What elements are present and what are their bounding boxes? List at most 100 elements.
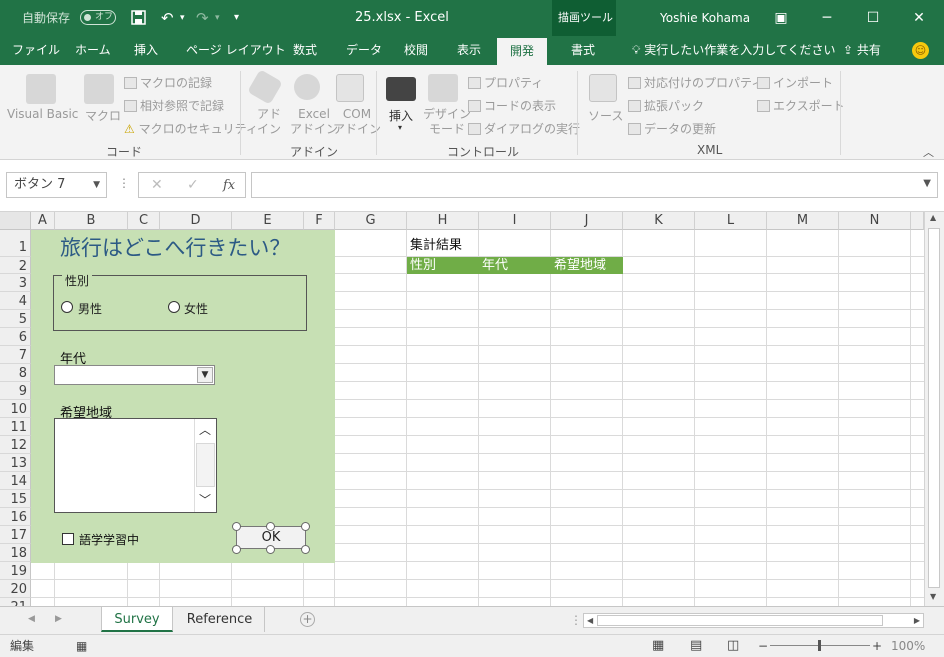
add-sheet-icon[interactable]: +: [300, 612, 315, 627]
tab-page-layout[interactable]: ページ レイアウト: [186, 36, 286, 65]
macro-security-button[interactable]: ⚠ マクロのセキュリティ: [124, 120, 258, 137]
column-header-j[interactable]: J: [551, 212, 623, 230]
row-header-19[interactable]: 19: [0, 562, 31, 580]
row-header-7[interactable]: 7: [0, 346, 31, 364]
prev-sheet-icon[interactable]: ◀: [28, 614, 35, 624]
row-header-20[interactable]: 20: [0, 580, 31, 598]
vertical-scrollbar[interactable]: ▲ ▼: [924, 212, 944, 606]
resize-handle[interactable]: [266, 522, 275, 531]
column-header-o[interactable]: [911, 212, 924, 230]
tab-format[interactable]: 書式: [571, 36, 595, 65]
tab-review[interactable]: 校閲: [404, 36, 428, 65]
column-header-d[interactable]: D: [160, 212, 232, 230]
column-header-i[interactable]: I: [479, 212, 551, 230]
design-mode-button[interactable]: デザイン モード: [423, 107, 471, 137]
column-header-f[interactable]: F: [304, 212, 335, 230]
chevron-down-icon[interactable]: ▼: [197, 367, 213, 383]
zoom-level[interactable]: 100%: [891, 635, 925, 657]
user-name[interactable]: Yoshie Kohama: [660, 0, 750, 36]
listbox-scroll-thumb[interactable]: [196, 443, 215, 487]
feedback-smiley-icon[interactable]: ☺: [912, 42, 929, 59]
row-header-9[interactable]: 9: [0, 382, 31, 400]
age-combobox[interactable]: ▼: [54, 365, 215, 385]
row-header-12[interactable]: 12: [0, 436, 31, 454]
name-box-dropdown-icon[interactable]: ▼: [93, 173, 100, 197]
tab-formulas[interactable]: 数式: [293, 36, 317, 65]
scroll-up-icon[interactable]: ︿: [199, 421, 211, 438]
close-icon[interactable]: ✕: [896, 0, 942, 36]
tell-me-box[interactable]: 💡︎ 実行したい作業を入力してください: [632, 36, 836, 65]
region-listbox[interactable]: ︿ ﹀: [54, 418, 217, 513]
column-header-h[interactable]: H: [407, 212, 479, 230]
horizontal-scroll-thumb[interactable]: [597, 615, 883, 626]
summary-header-region[interactable]: 希望地域: [551, 257, 623, 274]
column-header-a[interactable]: A: [31, 212, 55, 230]
insert-function-button[interactable]: fx: [223, 178, 235, 193]
tab-data[interactable]: データ: [346, 36, 382, 65]
com-addins-button[interactable]: COM アドイン: [333, 107, 381, 137]
zoom-slider-knob[interactable]: [818, 640, 821, 651]
maximize-icon[interactable]: ☐: [850, 0, 896, 36]
refresh-data-button[interactable]: データの更新: [628, 120, 716, 137]
column-header-l[interactable]: L: [695, 212, 767, 230]
row-header-11[interactable]: 11: [0, 418, 31, 436]
row-header-8[interactable]: 8: [0, 364, 31, 382]
row-header-2[interactable]: 2: [0, 257, 31, 274]
expand-formula-bar-icon[interactable]: ▼: [923, 178, 931, 189]
row-header-17[interactable]: 17: [0, 526, 31, 544]
row-header-16[interactable]: 16: [0, 508, 31, 526]
scroll-up-icon[interactable]: ▲: [930, 213, 936, 222]
column-header-n[interactable]: N: [839, 212, 911, 230]
relative-reference-button[interactable]: 相対参照で記録: [124, 97, 224, 114]
autosave-toggle[interactable]: オフ: [80, 10, 116, 25]
vertical-scroll-thumb[interactable]: [928, 228, 940, 588]
insert-control-button[interactable]: 挿入: [389, 107, 413, 124]
column-header-e[interactable]: E: [232, 212, 304, 230]
insert-control-dropdown-icon[interactable]: ▾: [398, 123, 402, 132]
formula-bar-grip-icon[interactable]: ⋮: [118, 176, 130, 190]
macro-recording-icon[interactable]: ▦: [76, 635, 87, 657]
language-learning-checkbox[interactable]: [62, 533, 74, 545]
female-radio[interactable]: [168, 301, 180, 313]
zoom-in-icon[interactable]: +: [872, 635, 882, 657]
column-header-b[interactable]: B: [55, 212, 128, 230]
listbox-scrollbar[interactable]: ︿ ﹀: [194, 419, 216, 512]
name-box[interactable]: ボタン 7 ▼: [6, 172, 107, 198]
summary-header-age[interactable]: 年代: [479, 257, 551, 274]
row-header-10[interactable]: 10: [0, 400, 31, 418]
tab-split-grip-icon[interactable]: ⋮: [570, 613, 582, 627]
view-code-button[interactable]: コードの表示: [468, 97, 556, 114]
next-sheet-icon[interactable]: ▶: [55, 614, 62, 624]
share-button[interactable]: ⇪ 共有: [843, 36, 881, 65]
ribbon-display-options-icon[interactable]: ▣: [758, 0, 804, 36]
row-header-15[interactable]: 15: [0, 490, 31, 508]
run-dialog-button[interactable]: ダイアログの実行: [468, 120, 580, 137]
confirm-entry-icon[interactable]: ✓: [187, 177, 199, 193]
column-header-m[interactable]: M: [767, 212, 839, 230]
macros-button[interactable]: マクロ: [85, 107, 121, 124]
sheet-tab-reference[interactable]: Reference: [175, 607, 265, 632]
row-header-13[interactable]: 13: [0, 454, 31, 472]
resize-handle[interactable]: [301, 545, 310, 554]
page-layout-view-icon[interactable]: ▤: [690, 635, 702, 657]
row-header-3[interactable]: 3: [0, 274, 31, 292]
row-header-5[interactable]: 5: [0, 310, 31, 328]
cancel-entry-icon[interactable]: ✕: [151, 177, 163, 193]
resize-handle[interactable]: [301, 522, 310, 531]
male-radio[interactable]: [61, 301, 73, 313]
map-properties-button[interactable]: 対応付けのプロパティ: [628, 74, 763, 91]
redo-icon[interactable]: ↷: [196, 0, 209, 36]
properties-button[interactable]: プロパティ: [468, 74, 543, 91]
tab-insert[interactable]: 挿入: [134, 36, 158, 65]
zoom-out-icon[interactable]: −: [758, 635, 768, 657]
resize-handle[interactable]: [232, 522, 241, 531]
summary-header-gender[interactable]: 性別: [407, 257, 479, 274]
visual-basic-button[interactable]: Visual Basic: [7, 107, 78, 121]
row-header-1[interactable]: 1: [0, 230, 31, 257]
import-button[interactable]: インポート: [757, 74, 833, 91]
export-button[interactable]: エクスポート: [757, 97, 845, 114]
summary-title[interactable]: 集計結果: [410, 234, 462, 253]
row-header-4[interactable]: 4: [0, 292, 31, 310]
resize-handle[interactable]: [232, 545, 241, 554]
tab-file[interactable]: ファイル: [12, 36, 60, 65]
